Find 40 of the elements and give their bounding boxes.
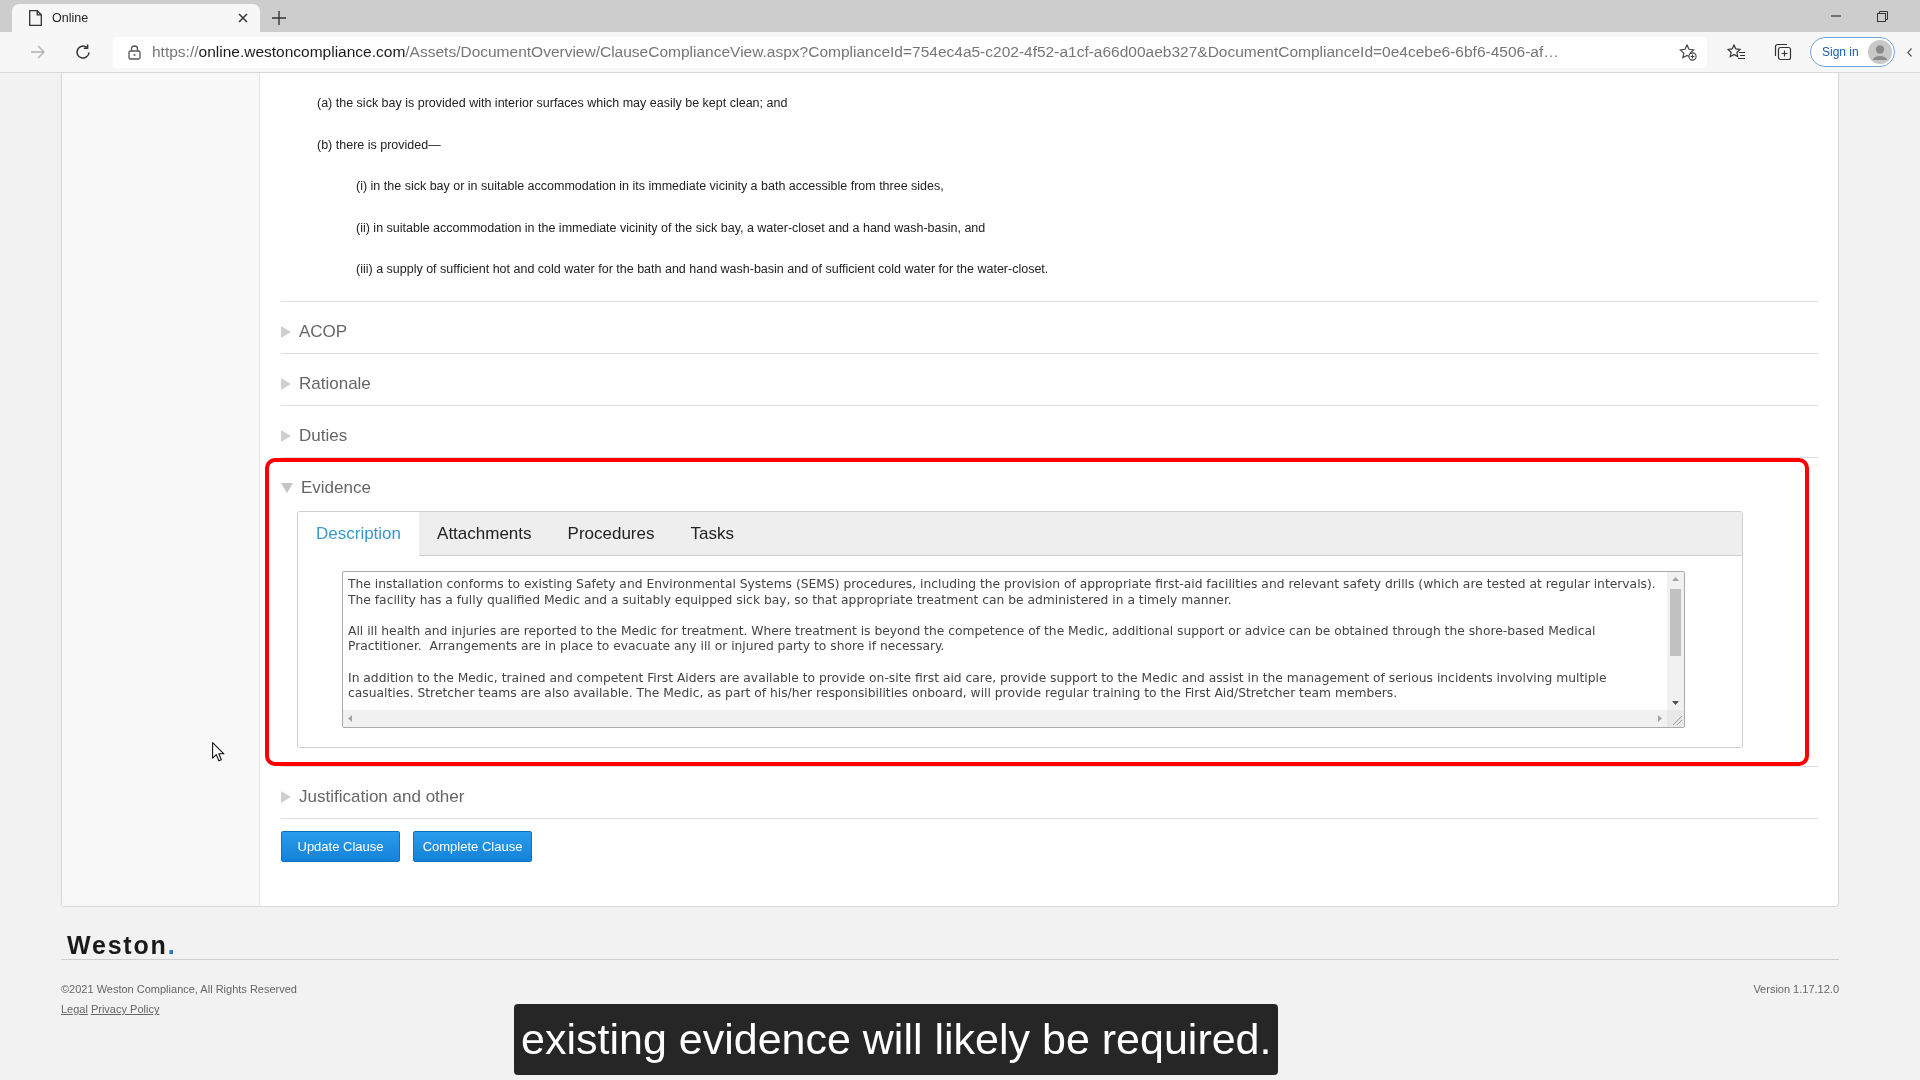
section-header[interactable]: Justification and other [281,775,465,818]
clause-text: (iii) a supply of sufficient hot and cold water for the bath and hand wash-basin and of sufficient cold water for the water-closet. [356,261,1049,279]
section-header[interactable]: Duties [281,414,348,457]
clause-text: (a) the sick bay is provided with interior surfaces which may easily be kept clean; and [317,95,788,112]
close-icon[interactable] [238,13,248,23]
browser-tab[interactable]: Online [12,4,260,32]
mouse-cursor-icon [212,742,225,762]
favorites-icon[interactable] [1727,44,1746,60]
copyright-text: ©2021 Weston Compliance, All Rights Reserved [61,982,297,996]
avatar-icon [1867,40,1892,64]
vertical-scrollbar[interactable] [1667,571,1684,710]
clause-text: (ii) in suitable accommodation in the immediate vicinity of the sick bay, a water-closet and a hand wash-basin, and [356,219,986,237]
sign-in-button[interactable]: Sign in [1810,37,1895,67]
clause-text: (i) in the sick bay or in suitable accommodation in its immediate vicinity a bath accessible from three sides, [356,178,944,196]
clause-text: (b) there is provided— [317,136,441,154]
video-caption: existing evidence will likely be required. [514,1004,1279,1075]
chevron-icon[interactable] [1906,47,1912,57]
address-field[interactable]: https://online.westoncompliance.com/Assets/DocumentOverview/ClauseComplianceView.aspx?ComplianceId=754ec4a5-c202-4f52-a1cf-a66d00aeb327&DocumentComplianceId=0e4cebe6-6bf6-4506-af… [113,36,1707,68]
section-header[interactable]: Rationale [281,362,371,405]
logo: Weston. [67,931,177,959]
section-header[interactable]: Evidence [281,466,371,509]
star-plus-icon[interactable] [1679,43,1697,61]
action-button[interactable]: Update Clause [281,830,400,862]
evidence-tab[interactable]: Tasks [672,511,752,555]
collections-icon[interactable] [1774,43,1792,61]
action-button[interactable]: Complete Clause [413,830,532,862]
evidence-tab[interactable]: Attachments [419,511,550,555]
restore-icon[interactable] [1877,10,1888,22]
page-icon [29,10,42,26]
footer-link[interactable]: Privacy Policy [90,1002,160,1016]
evidence-tab[interactable]: Description [298,511,420,556]
description-textarea[interactable]: The installation conforms to existing Safety and Environmental Systems (SEMS) procedures, including the provision of appropriate first-aid facilities and relevant safety drills (which are tested at regular intervals). The facility has a fully qualified Medic and a suitably equipped sick bay, so that appropriate treatment can be administered in a timely manner. All ill health and injuries are reported to the Medic for treatment. Where treatment is beyond the competence of the Medic, additional support or advice can be obtained through the shore-based Medical Practitioner. Arrangements are in place to evacuate any ill or injured party to shore if necessary. In addition to the Medic, trained and competent First Aiders are available to provide on-site first aid care, provide support to the Medic and assist in the management of serious incidents involving multiple casualties. Stretcher teams are also available. The Medic, as part of his/her responsibilities onboard, will provide regular training to the First Aid/Stretcher team members. [342,570,1685,728]
footer-link[interactable]: Legal [61,1002,88,1016]
lock-icon[interactable] [128,44,141,60]
evidence-tab[interactable]: Procedures [549,511,673,555]
new-tab-plus-icon[interactable] [272,11,286,25]
scroll-down-arrow-icon[interactable] [1672,700,1679,705]
section-header[interactable]: ACOP [281,310,348,353]
version-text: Version 1.17.12.0 [1753,982,1839,996]
reload-icon[interactable] [75,44,91,60]
